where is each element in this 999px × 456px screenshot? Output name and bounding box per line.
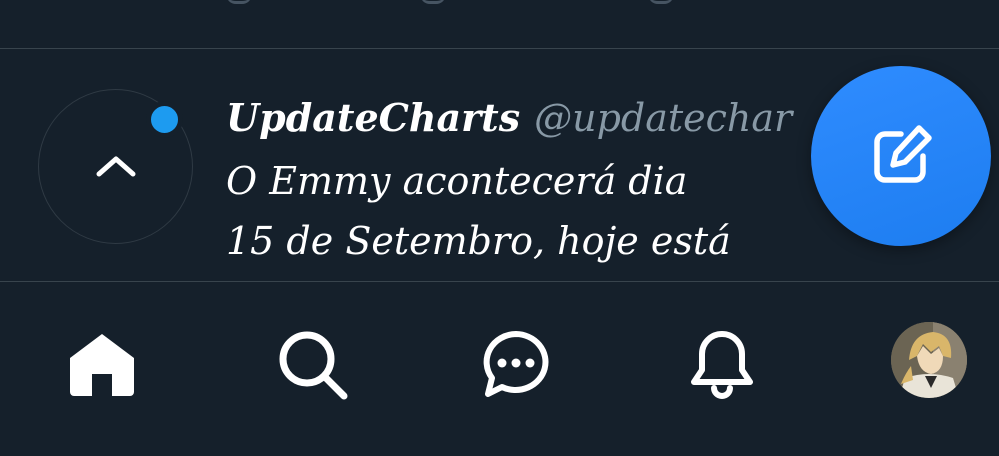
home-icon: [70, 334, 134, 396]
previous-action-icon[interactable]: [226, 0, 252, 4]
nav-messages[interactable]: [476, 324, 556, 404]
chevron-up-icon: [96, 156, 135, 176]
previous-tweet-action-row: [0, 0, 999, 50]
nav-search[interactable]: [272, 324, 352, 404]
search-icon: [279, 331, 348, 400]
nav-notifications[interactable]: [682, 324, 762, 404]
compose-tweet-button[interactable]: [811, 66, 991, 246]
previous-action-icon[interactable]: [648, 0, 674, 4]
new-content-indicator: [146, 101, 183, 138]
bottom-navigation: [0, 282, 999, 456]
display-name[interactable]: UpdateCharts: [226, 93, 520, 143]
nav-home[interactable]: [62, 324, 142, 404]
avatar[interactable]: [891, 322, 967, 398]
user-handle[interactable]: @updatechar: [534, 93, 792, 143]
messages-icon: [483, 331, 549, 397]
previous-action-icon[interactable]: [420, 0, 446, 4]
profile-avatar-image: [891, 322, 967, 398]
compose-icon: [874, 125, 932, 183]
bell-icon: [691, 331, 753, 399]
